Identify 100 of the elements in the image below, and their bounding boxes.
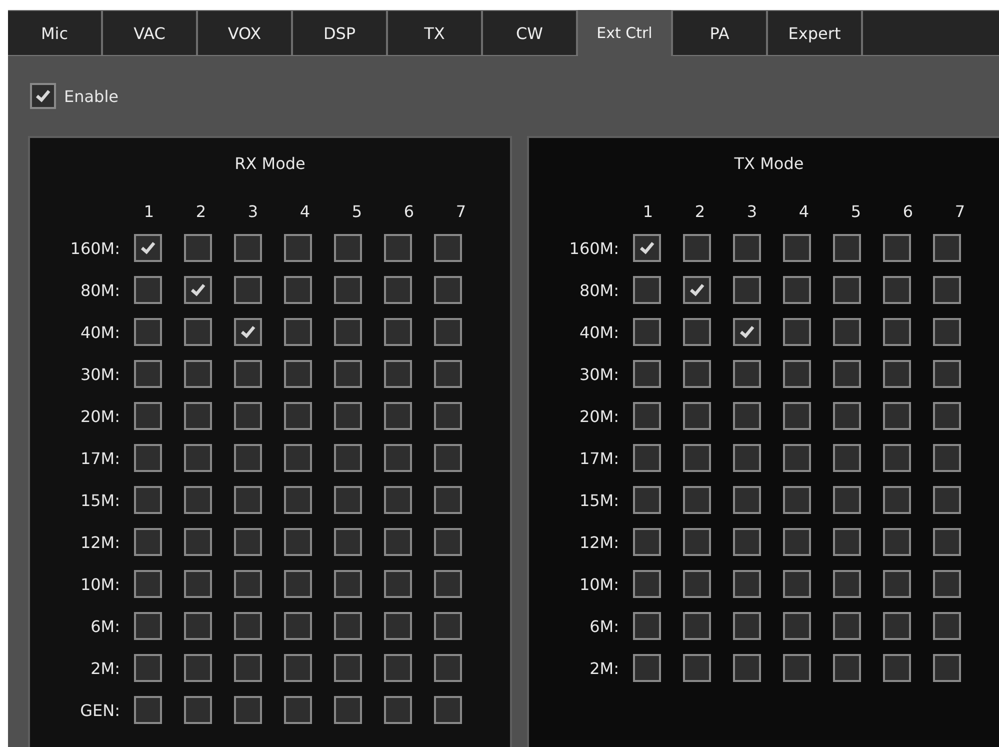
checkbox[interactable]	[284, 276, 312, 304]
checkbox[interactable]	[933, 654, 961, 682]
checkbox[interactable]	[334, 360, 362, 388]
checkbox[interactable]	[883, 528, 911, 556]
checkbox[interactable]	[683, 612, 711, 640]
checkbox[interactable]	[633, 528, 661, 556]
checkbox[interactable]	[633, 234, 661, 262]
checkbox[interactable]	[384, 654, 412, 682]
checkbox[interactable]	[833, 612, 861, 640]
checkbox[interactable]	[833, 486, 861, 514]
checkbox[interactable]	[234, 654, 262, 682]
checkbox[interactable]	[234, 276, 262, 304]
checkbox[interactable]	[384, 402, 412, 430]
checkbox[interactable]	[833, 402, 861, 430]
checkbox[interactable]	[434, 654, 462, 682]
checkbox[interactable]	[384, 360, 412, 388]
checkbox[interactable]	[184, 528, 212, 556]
checkbox[interactable]	[434, 570, 462, 598]
checkbox[interactable]	[733, 444, 761, 472]
checkbox[interactable]	[883, 402, 911, 430]
checkbox[interactable]	[683, 570, 711, 598]
checkbox[interactable]	[783, 528, 811, 556]
checkbox[interactable]	[234, 528, 262, 556]
checkbox[interactable]	[683, 654, 711, 682]
checkbox[interactable]	[334, 276, 362, 304]
checkbox[interactable]	[334, 612, 362, 640]
checkbox[interactable]	[833, 360, 861, 388]
checkbox[interactable]	[234, 570, 262, 598]
checkbox[interactable]	[683, 486, 711, 514]
checkbox[interactable]	[933, 444, 961, 472]
checkbox[interactable]	[134, 696, 162, 724]
checkbox[interactable]	[384, 696, 412, 724]
checkbox[interactable]	[234, 360, 262, 388]
checkbox[interactable]	[284, 486, 312, 514]
checkbox[interactable]	[434, 402, 462, 430]
checkbox[interactable]	[783, 654, 811, 682]
checkbox[interactable]	[134, 654, 162, 682]
checkbox[interactable]	[733, 570, 761, 598]
checkbox[interactable]	[184, 360, 212, 388]
checkbox[interactable]	[184, 444, 212, 472]
checkbox[interactable]	[683, 276, 711, 304]
checkbox[interactable]	[134, 360, 162, 388]
checkbox[interactable]	[783, 612, 811, 640]
tab[interactable]: Ext Ctrl	[578, 10, 673, 56]
checkbox[interactable]	[833, 528, 861, 556]
checkbox[interactable]	[633, 612, 661, 640]
checkbox[interactable]	[134, 402, 162, 430]
checkbox[interactable]	[933, 318, 961, 346]
checkbox[interactable]	[134, 528, 162, 556]
checkbox[interactable]	[134, 234, 162, 262]
checkbox[interactable]	[633, 318, 661, 346]
checkbox[interactable]	[933, 570, 961, 598]
checkbox[interactable]	[234, 318, 262, 346]
checkbox[interactable]	[334, 528, 362, 556]
checkbox[interactable]	[833, 444, 861, 472]
checkbox[interactable]	[833, 318, 861, 346]
checkbox[interactable]	[284, 402, 312, 430]
checkbox[interactable]	[933, 528, 961, 556]
checkbox[interactable]	[833, 276, 861, 304]
checkbox[interactable]	[683, 444, 711, 472]
checkbox[interactable]	[234, 486, 262, 514]
checkbox[interactable]	[184, 696, 212, 724]
checkbox[interactable]	[234, 402, 262, 430]
checkbox[interactable]	[134, 318, 162, 346]
checkbox[interactable]	[334, 696, 362, 724]
checkbox[interactable]	[933, 612, 961, 640]
checkbox[interactable]	[883, 360, 911, 388]
checkbox[interactable]	[733, 612, 761, 640]
checkbox[interactable]	[284, 528, 312, 556]
checkbox[interactable]	[783, 444, 811, 472]
checkbox[interactable]	[184, 570, 212, 598]
checkbox[interactable]	[883, 654, 911, 682]
checkbox[interactable]	[184, 402, 212, 430]
checkbox[interactable]	[633, 276, 661, 304]
checkbox[interactable]	[384, 528, 412, 556]
checkbox[interactable]	[633, 402, 661, 430]
checkbox[interactable]	[334, 570, 362, 598]
checkbox[interactable]	[434, 276, 462, 304]
checkbox[interactable]	[434, 612, 462, 640]
checkbox[interactable]	[733, 486, 761, 514]
checkbox[interactable]	[334, 402, 362, 430]
checkbox[interactable]	[284, 612, 312, 640]
checkbox[interactable]	[933, 276, 961, 304]
checkbox[interactable]	[633, 360, 661, 388]
checkbox[interactable]	[683, 360, 711, 388]
checkbox[interactable]	[783, 318, 811, 346]
checkbox[interactable]	[184, 234, 212, 262]
checkbox[interactable]	[284, 696, 312, 724]
checkbox[interactable]	[184, 612, 212, 640]
checkbox[interactable]	[783, 276, 811, 304]
checkbox[interactable]	[733, 528, 761, 556]
checkbox[interactable]	[384, 612, 412, 640]
checkbox[interactable]	[833, 654, 861, 682]
checkbox[interactable]	[733, 654, 761, 682]
checkbox[interactable]	[334, 444, 362, 472]
checkbox[interactable]	[434, 696, 462, 724]
checkbox[interactable]	[384, 234, 412, 262]
checkbox[interactable]	[883, 234, 911, 262]
checkbox[interactable]	[833, 234, 861, 262]
checkbox[interactable]	[633, 444, 661, 472]
